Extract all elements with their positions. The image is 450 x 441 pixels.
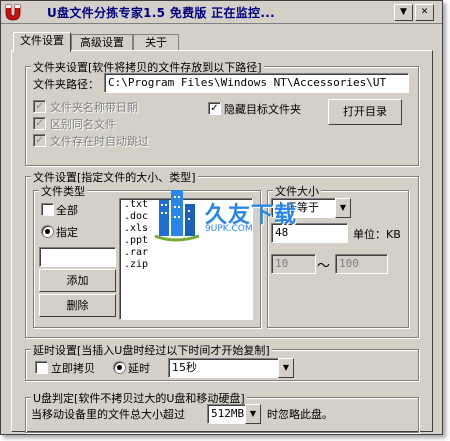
open-directory-button[interactable]: 打开目录 [328,99,402,125]
skip-existing-checkbox[interactable]: ✓ [33,134,46,147]
file-type-legend: 文件类型 [39,183,87,199]
immediate-copy-checkbox[interactable] [35,361,48,374]
all-types-label: 全部 [56,204,78,217]
date-folder-label: 文件夹名称带日期 [50,101,138,114]
list-item[interactable]: .zip [120,259,252,271]
delay-time-select[interactable]: 15秒 [168,358,279,378]
window-title: U盘文件分拣专家1.5 免费版 正在监控... [47,6,275,20]
tab-file-settings[interactable]: 文件设置 [13,32,71,52]
tab-about[interactable]: 关于 [133,34,179,51]
udisk-text-after: 时忽略此盘。 [267,408,333,421]
app-magnet-icon[interactable] [3,3,23,21]
delay-copy-label: 延时 [128,362,150,375]
specify-types-label: 指定 [56,226,78,239]
watermark-url: 9UPK.COM [205,224,253,234]
close-button[interactable]: ✕ [415,4,434,21]
date-folder-checkbox[interactable]: ✓ [33,100,46,113]
size-condition-dropdown-icon[interactable]: ▼ [335,198,351,218]
immediate-copy-label: 立即拷贝 [51,362,95,375]
delay-copy-radio[interactable] [113,361,126,374]
delay-settings-legend: 延时设置[当插入U盘时经过以下时间才开始复制] [31,342,272,358]
title-bar[interactable]: U盘文件分拣专家1.5 免费版 正在监控... ▼ ✕ [1,1,442,24]
range-separator: ～ [317,259,331,274]
size-unit-label: 单位：KB [353,228,401,241]
delete-extension-button[interactable]: 删除 [39,294,116,317]
hide-target-checkbox[interactable]: ✓ [208,102,221,115]
rename-duplicates-checkbox[interactable]: ✓ [33,117,46,130]
all-types-checkbox[interactable] [41,203,54,216]
udisk-size-dropdown-icon[interactable]: ▼ [245,404,261,424]
delay-time-dropdown-icon[interactable]: ▼ [278,358,294,378]
range-to-input[interactable]: 100 [335,254,388,274]
path-label: 文件夹路径： [33,78,99,91]
skip-existing-label: 文件存在时自动跳过 [50,135,149,148]
udisk-text-before: 当移动设备里的文件总大小超过 [31,408,185,421]
tab-advanced-settings[interactable]: 高级设置 [71,34,133,51]
main-window: U盘文件分拣专家1.5 免费版 正在监控... ▼ ✕ 文件设置 高级设置 关于… [0,0,443,435]
specify-types-radio[interactable] [41,225,54,238]
add-extension-button[interactable]: 添加 [39,269,116,292]
udisk-size-select[interactable]: 512MB [207,404,246,424]
extension-input[interactable] [39,247,116,267]
range-from-input[interactable]: 10 [271,254,316,274]
path-input[interactable]: C:\Program Files\Windows NT\Accessories\… [104,73,409,93]
hide-target-label: 隐藏目标文件夹 [224,103,301,116]
menu-button[interactable]: ▼ [394,4,413,21]
rename-duplicates-label: 区别同名文件 [50,118,116,131]
